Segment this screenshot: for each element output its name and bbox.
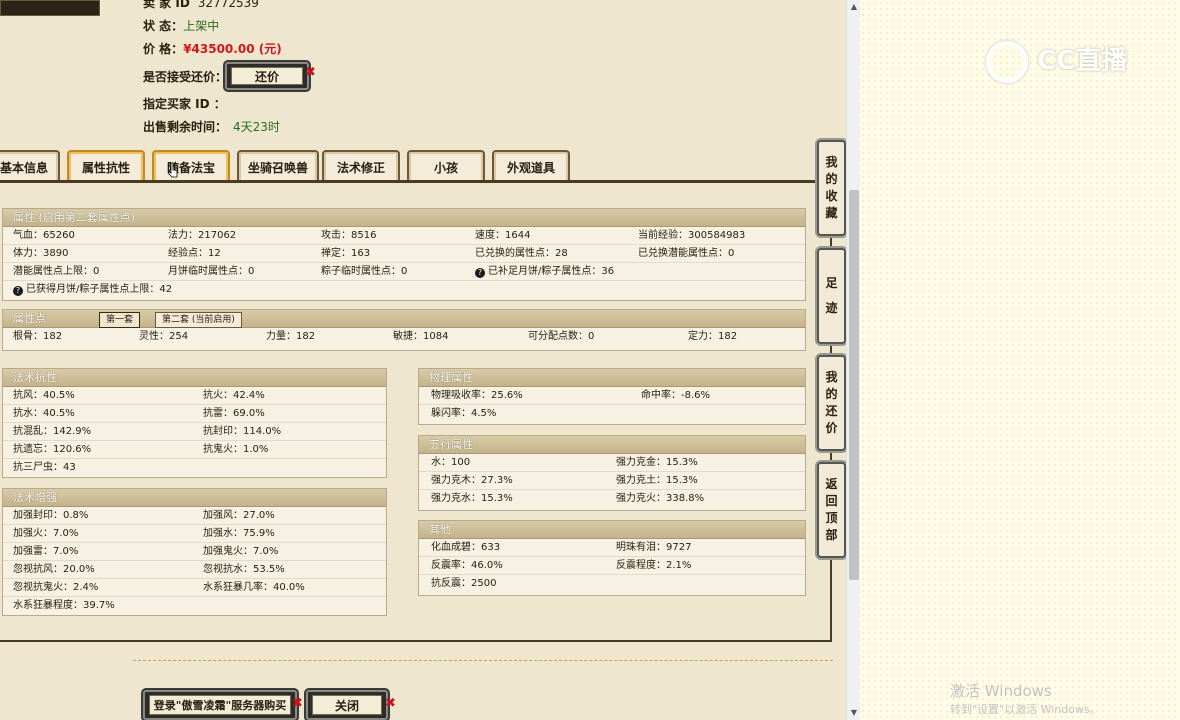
table-row: 抗遗忘：120.6% 抗鬼火：1.0% xyxy=(3,441,386,459)
other-section: 其他 化血成碧：633 明珠有泪：9727 反震率：46.0% 反震程度：2.1% … xyxy=(418,520,806,596)
login-server-buy-button[interactable]: 登录"傲雪凌霜"服务器购买 xyxy=(143,690,297,720)
scroll-down-icon[interactable]: ▼ xyxy=(847,706,860,720)
time-row: 出售剩余时间： 4天23时 xyxy=(143,120,280,134)
back-to-top-button[interactable]: 返回顶部 xyxy=(817,462,846,558)
login-close-icon: ✖ xyxy=(292,696,303,711)
footprints-button[interactable]: 足迹 xyxy=(817,248,846,344)
physical-header: 物理属性 xyxy=(419,369,805,387)
table-row: 躲闪率：4.5% xyxy=(431,408,497,419)
tab-basic-info[interactable]: 基本信息 xyxy=(0,150,60,182)
bargain-button[interactable]: 还价 xyxy=(225,62,309,90)
table-row: 物理吸收率：25.6% 命中率：-8.6% xyxy=(419,387,805,405)
table-row: 加强封印：0.8% 加强风：27.0% xyxy=(3,507,386,525)
points-section: 属性点 第一套 第二套 (当前启用) 根骨：182 灵性：254 力量：182 敏捷：… xyxy=(2,309,806,351)
bargain-label: 是否接受还价： xyxy=(143,70,228,84)
vertical-scrollbar[interactable]: ▲ ▼ xyxy=(846,0,860,720)
table-row: 加强雷：7.0% 加强鬼火：7.0% xyxy=(3,543,386,561)
table-row: 潜能属性点上限：0 月饼临时属性点：0 粽子临时属性点：0? 已补足月饼/粽子属性点：… xyxy=(3,263,805,281)
resist-section: 法术抗性 抗风：40.5% 抗火：42.4% 抗水：40.5% 抗雷：69.0% 抗… xyxy=(2,368,387,478)
bargain-row: 是否接受还价： xyxy=(143,68,227,85)
table-row: 体力：3890 经验点：12 禅定：163 已兑换的属性点：28 已兑换潜能属性点：0 xyxy=(3,245,805,263)
table-row: 强力克木：27.3% 强力克土：15.3% xyxy=(419,472,805,490)
time-value: 4天23时 xyxy=(233,120,280,134)
windows-activation-hint: 转到"设置"以激活 Windows。 xyxy=(950,703,1101,716)
divider xyxy=(133,660,833,661)
main-panel: 属性 (启用第二套属性点) 气血：65260 法力：217062 攻击：8516 速度… xyxy=(0,183,832,642)
mouse-pointer-icon xyxy=(168,162,178,178)
table-row: ? 已获得月饼/粽子属性点上限：42 xyxy=(3,281,805,298)
table-row: 忽视抗风：20.0% 忽视抗水：53.5% xyxy=(3,561,386,579)
price-row: 价 格：¥43500.00 (元) xyxy=(143,40,282,57)
resist-header: 法术抗性 xyxy=(3,369,386,387)
physical-section: 物理属性 物理吸收率：25.6% 命中率：-8.6% 躲闪率：4.5% xyxy=(418,368,806,425)
status-value: 上架中 xyxy=(183,19,220,33)
windows-activation-title: 激活 Windows xyxy=(950,682,1052,700)
elements-section: 五行属性 水：100 强力克金：15.3% 强力克木：27.3% 强力克土：15.3… xyxy=(418,435,806,511)
table-row: 抗反震：2500 xyxy=(431,578,497,589)
tab-equipped-treasure[interactable]: 随备法宝 xyxy=(152,150,230,182)
bargain-close-icon: ✖ xyxy=(305,65,316,80)
points-tab-set1[interactable]: 第一套 xyxy=(99,312,141,328)
tab-spell-correction[interactable]: 法术修正 xyxy=(322,150,400,182)
browser-viewport: 卖 家 ID 32772539 状 态：上架中 价 格：¥43500.00 (元)… xyxy=(0,0,860,720)
elements-header: 五行属性 xyxy=(419,436,805,454)
close-button[interactable]: 关闭 xyxy=(306,690,388,720)
attributes-header: 属性 (启用第二套属性点) xyxy=(3,209,805,227)
scroll-up-icon[interactable]: ▲ xyxy=(847,0,860,14)
close-x-icon: ✖ xyxy=(385,696,396,711)
my-favorites-button[interactable]: 我的收藏 xyxy=(817,140,846,236)
cc-logo-icon xyxy=(986,40,1028,83)
status-row: 状 态：上架中 xyxy=(143,17,219,34)
table-row: 抗水：40.5% 抗雷：69.0% xyxy=(3,405,386,423)
table-row: 气血：65260 法力：217062 攻击：8516 速度：1644 当前经验：3005… xyxy=(3,227,805,245)
table-row: 水：100 强力克金：15.3% xyxy=(419,454,805,472)
buyer-id-row: 指定买家 ID ： xyxy=(143,97,226,111)
desktop-background xyxy=(860,0,1180,720)
table-row: 根骨：182 灵性：254 力量：182 敏捷：1084 可分配点数：0 定力：182 xyxy=(13,331,738,342)
table-row: 加强火：7.0% 加强水：75.9% xyxy=(3,525,386,543)
table-row: 化血成碧：633 明珠有泪：9727 xyxy=(419,539,805,557)
my-bargains-button[interactable]: 我的还价 xyxy=(817,355,846,451)
table-row: 反震率：46.0% 反震程度：2.1% xyxy=(419,557,805,575)
table-row: 抗三尸虫：43 xyxy=(13,462,76,473)
tab-child[interactable]: 小孩 xyxy=(407,150,485,182)
enhance-section: 法术增强 加强封印：0.8% 加强风：27.0% 加强火：7.0% 加强水：75.9… xyxy=(2,488,387,616)
question-icon: ? xyxy=(475,268,485,278)
attributes-section: 属性 (启用第二套属性点) 气血：65260 法力：217062 攻击：8516 速度… xyxy=(2,208,806,301)
scroll-thumb[interactable] xyxy=(849,190,859,580)
tab-attribute-resist[interactable]: 属性抗性 xyxy=(67,150,145,182)
status-label: 状 态： xyxy=(143,19,184,33)
question-icon: ? xyxy=(13,286,23,296)
character-avatar xyxy=(0,0,100,16)
enhance-header: 法术增强 xyxy=(3,489,386,507)
other-header: 其他 xyxy=(419,521,805,539)
table-row: 抗混乱：142.9% 抗封印：114.0% xyxy=(3,423,386,441)
tab-mount-summon[interactable]: 坐骑召唤兽 xyxy=(237,150,319,182)
table-row: 忽视抗鬼火：2.4% 水系狂暴几率：40.0% xyxy=(3,579,386,597)
cc-live-logo: CC直播 xyxy=(986,40,1127,83)
price-label: 价 格： xyxy=(143,42,184,56)
seller-id-row: 卖 家 ID 32772539 xyxy=(143,0,259,10)
table-row: 强力克水：15.3% 强力克火：338.8% xyxy=(431,493,705,504)
tab-appearance-items[interactable]: 外观道具 xyxy=(492,150,570,182)
tab-bar: 基本信息 属性抗性 随备法宝 坐骑召唤兽 法术修正 小孩 外观道具 xyxy=(0,150,846,184)
price-value: ¥43500.00 (元) xyxy=(183,42,282,56)
table-row: 水系狂暴程度：39.7% xyxy=(13,600,115,611)
points-tab-set2[interactable]: 第二套 (当前启用) xyxy=(155,312,242,328)
table-row: 抗风：40.5% 抗火：42.4% xyxy=(3,387,386,405)
